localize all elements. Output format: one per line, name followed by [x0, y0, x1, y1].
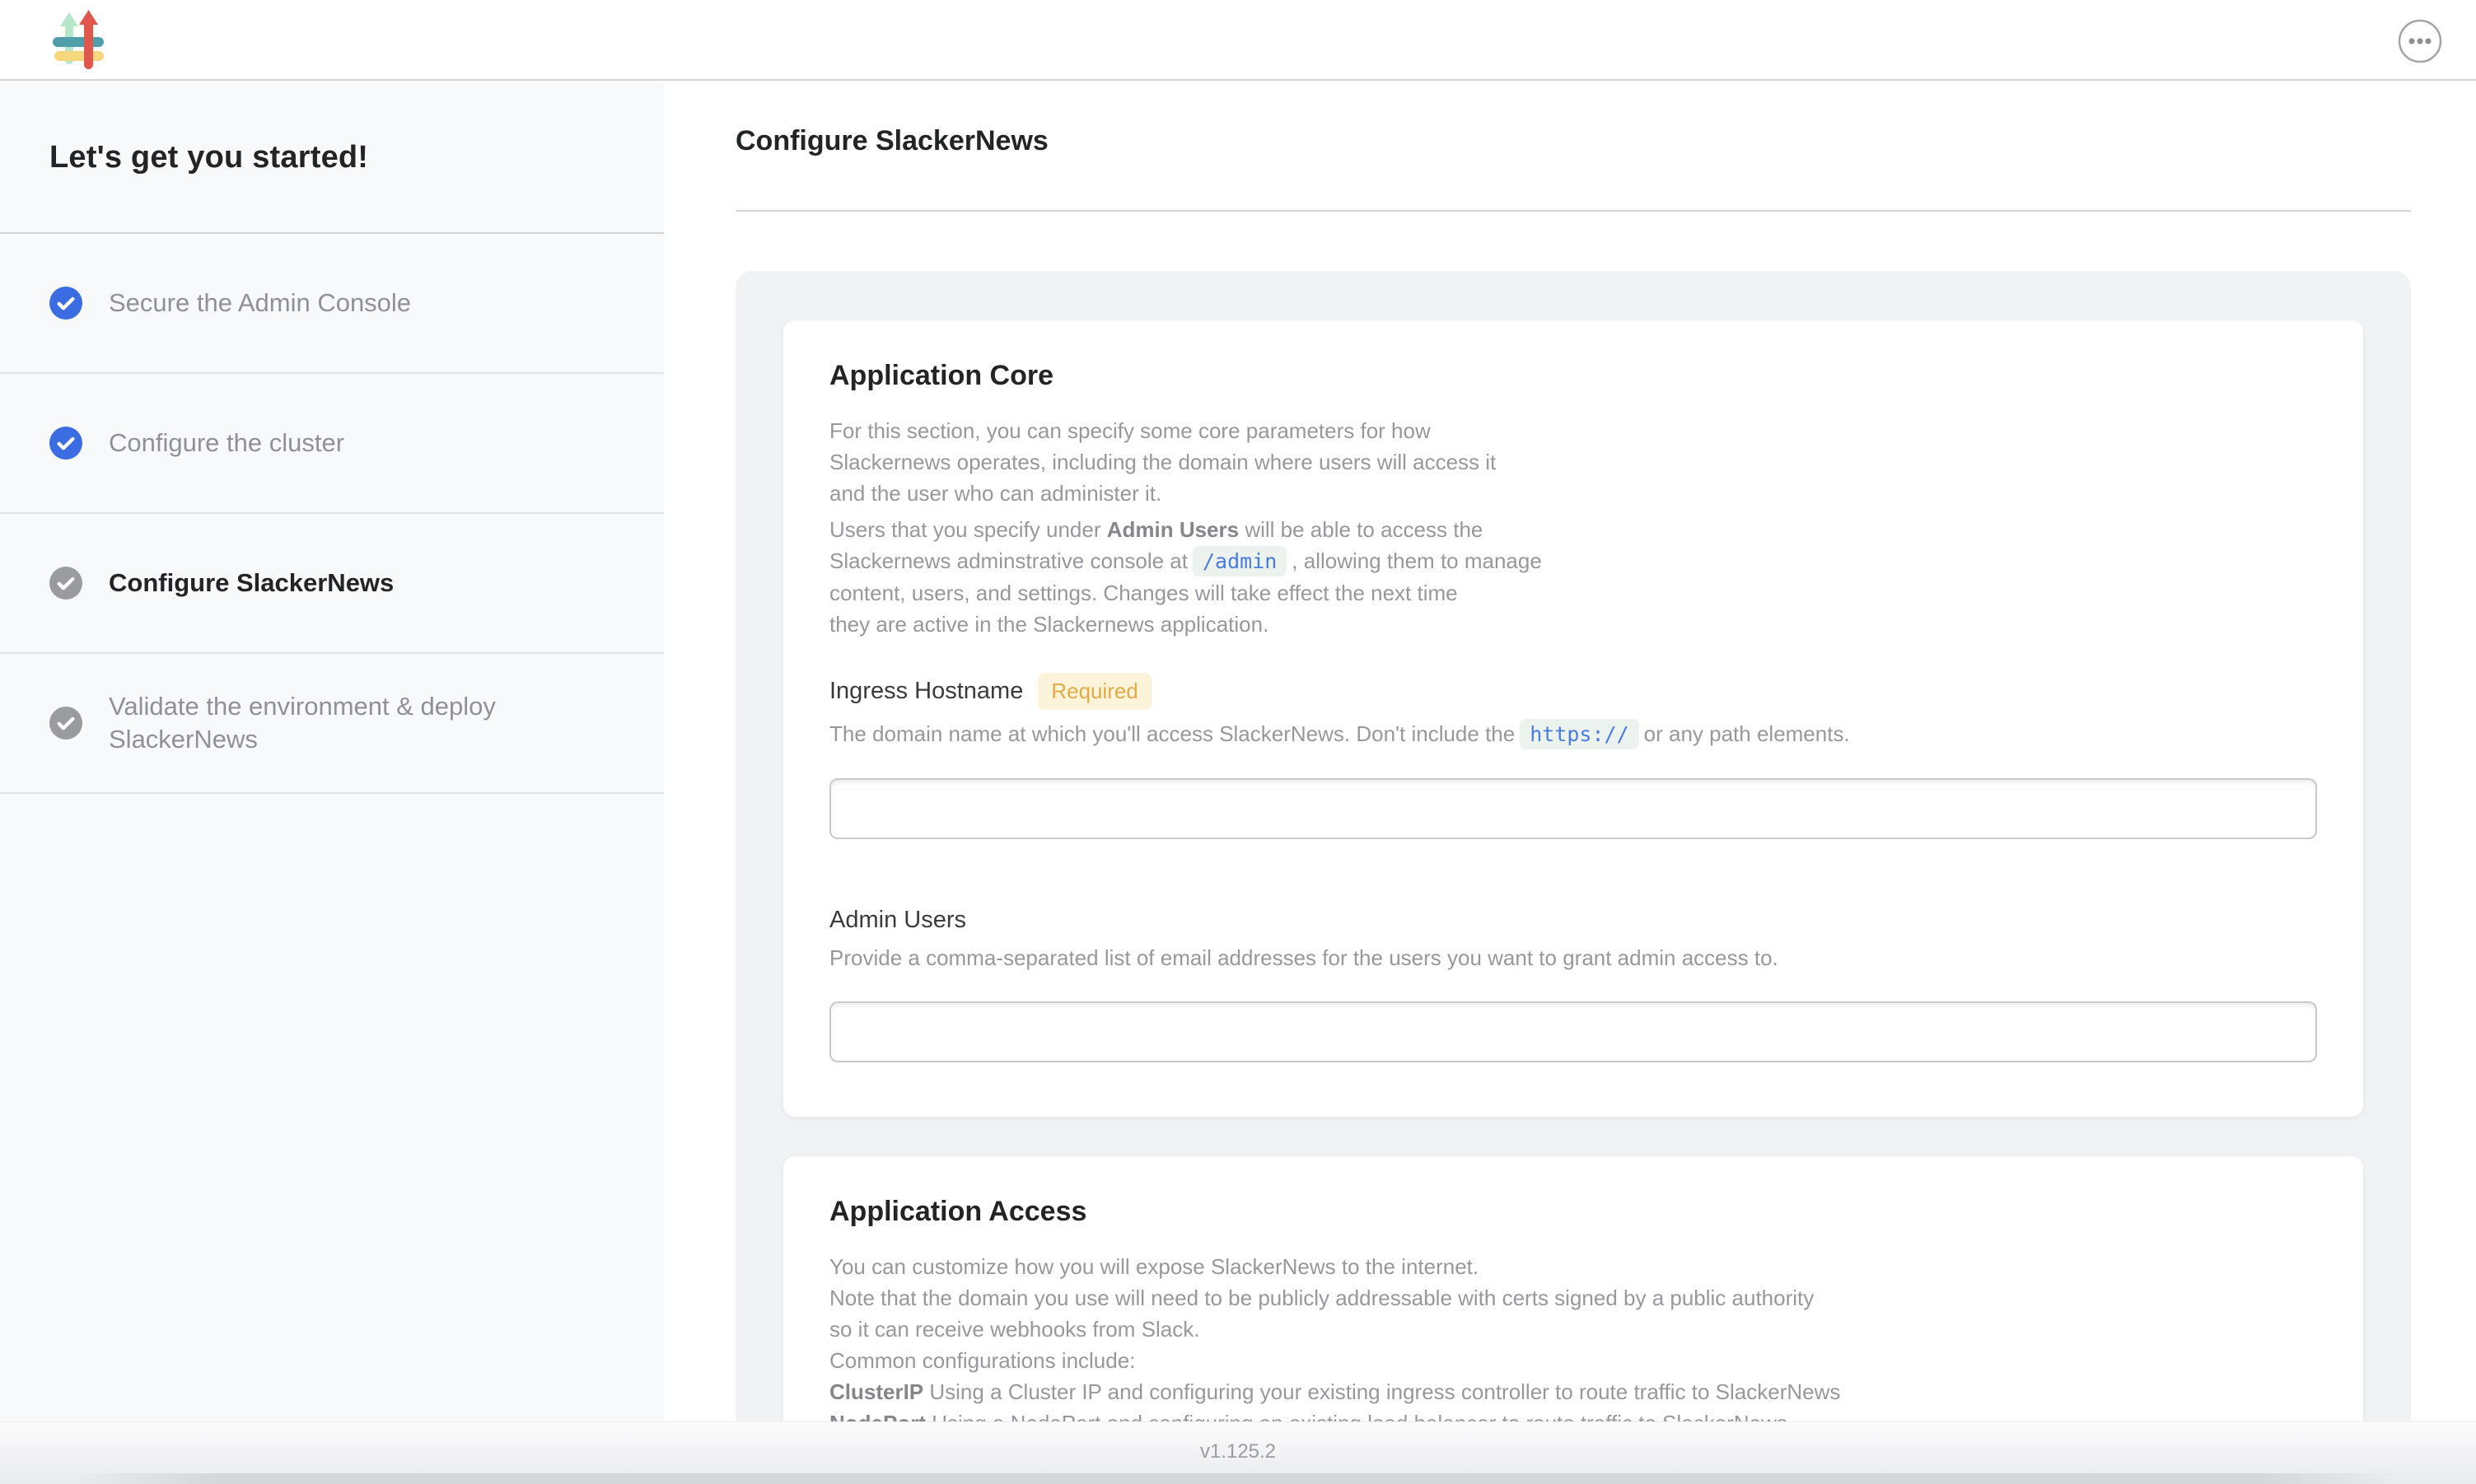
version-label: v1.125.2	[1200, 1440, 1276, 1463]
admin-users-label: Admin Users	[829, 907, 966, 934]
overflow-menu-button[interactable]	[2397, 18, 2443, 64]
sidebar-header: Let's get you started!	[0, 82, 664, 234]
config-groups-panel: Application Core For this section, you c…	[736, 271, 2411, 1484]
setup-wizard-page: Let's get you started! Secure the Admin …	[0, 0, 2476, 1484]
check-circle-icon	[49, 707, 82, 740]
config-main-area: Configure SlackerNews Application Core F…	[664, 82, 2476, 1484]
sidebar-step-configure-slackernews[interactable]: Configure SlackerNews	[0, 514, 664, 654]
setup-steps-sidebar: Let's get you started! Secure the Admin …	[0, 82, 664, 1484]
description-line: they are active in the Slackernews appli…	[829, 609, 2317, 640]
ingress-hostname-input[interactable]	[829, 778, 2317, 839]
step-label: Secure the Admin Console	[109, 287, 411, 320]
application-core-card: Application Core For this section, you c…	[783, 320, 2363, 1117]
description-line: Common configurations include:	[829, 1345, 2317, 1376]
check-circle-icon	[49, 427, 82, 460]
admin-users-help: Provide a comma-separated list of email …	[829, 942, 2317, 973]
ingress-hostname-label: Ingress Hostname	[829, 678, 1023, 705]
sidebar-step-validate-deploy[interactable]: Validate the environment & deploy Slacke…	[0, 654, 664, 794]
check-circle-icon	[49, 287, 82, 320]
step-label: Validate the environment & deploy Slacke…	[109, 690, 558, 757]
sidebar-title: Let's get you started!	[49, 140, 368, 175]
description-line: Users that you specify under Admin Users…	[829, 514, 2317, 545]
description-line: ClusterIP Using a Cluster IP and configu…	[829, 1376, 2317, 1407]
page-title: Configure SlackerNews	[736, 125, 2411, 157]
ingress-hostname-field-group: Ingress Hostname Required The domain nam…	[829, 673, 2317, 839]
card-title: Application Core	[829, 360, 2317, 392]
description-line: For this section, you can specify some c…	[829, 415, 2317, 446]
footer-bar: v1.125.2	[0, 1421, 2476, 1484]
slackernews-logo-icon	[51, 10, 105, 75]
sidebar-step-secure-admin-console[interactable]: Secure the Admin Console	[0, 234, 664, 374]
title-divider	[736, 210, 2411, 212]
check-circle-icon	[49, 567, 82, 600]
description-line: so it can receive webhooks from Slack.	[829, 1314, 2317, 1345]
required-badge: Required	[1038, 673, 1152, 710]
https-code-chip: https://	[1520, 719, 1638, 749]
admin-path-code-chip: /admin	[1193, 546, 1287, 576]
card-title: Application Access	[829, 1196, 2317, 1228]
description-line: and the user who can administer it.	[829, 478, 2317, 509]
step-label: Configure the cluster	[109, 427, 344, 460]
ellipsis-circle-icon	[2397, 18, 2443, 64]
step-label: Configure SlackerNews	[109, 567, 394, 600]
top-header-bar	[0, 0, 2476, 81]
sidebar-step-configure-cluster[interactable]: Configure the cluster	[0, 374, 664, 514]
admin-users-bold: Admin Users	[1107, 517, 1239, 542]
description-line: content, users, and settings. Changes wi…	[829, 577, 2317, 609]
admin-users-field-group: Admin Users Provide a comma-separated li…	[829, 907, 2317, 1062]
description-line: You can customize how you will expose Sl…	[829, 1251, 2317, 1282]
ingress-hostname-help: The domain name at which you'll access S…	[829, 718, 2317, 750]
admin-users-input[interactable]	[829, 1001, 2317, 1062]
description-line: Slackernews adminstrative console at/adm…	[829, 545, 2317, 577]
description-line: Note that the domain you use will need t…	[829, 1282, 2317, 1314]
description-line: Slackernews operates, including the doma…	[829, 446, 2317, 478]
